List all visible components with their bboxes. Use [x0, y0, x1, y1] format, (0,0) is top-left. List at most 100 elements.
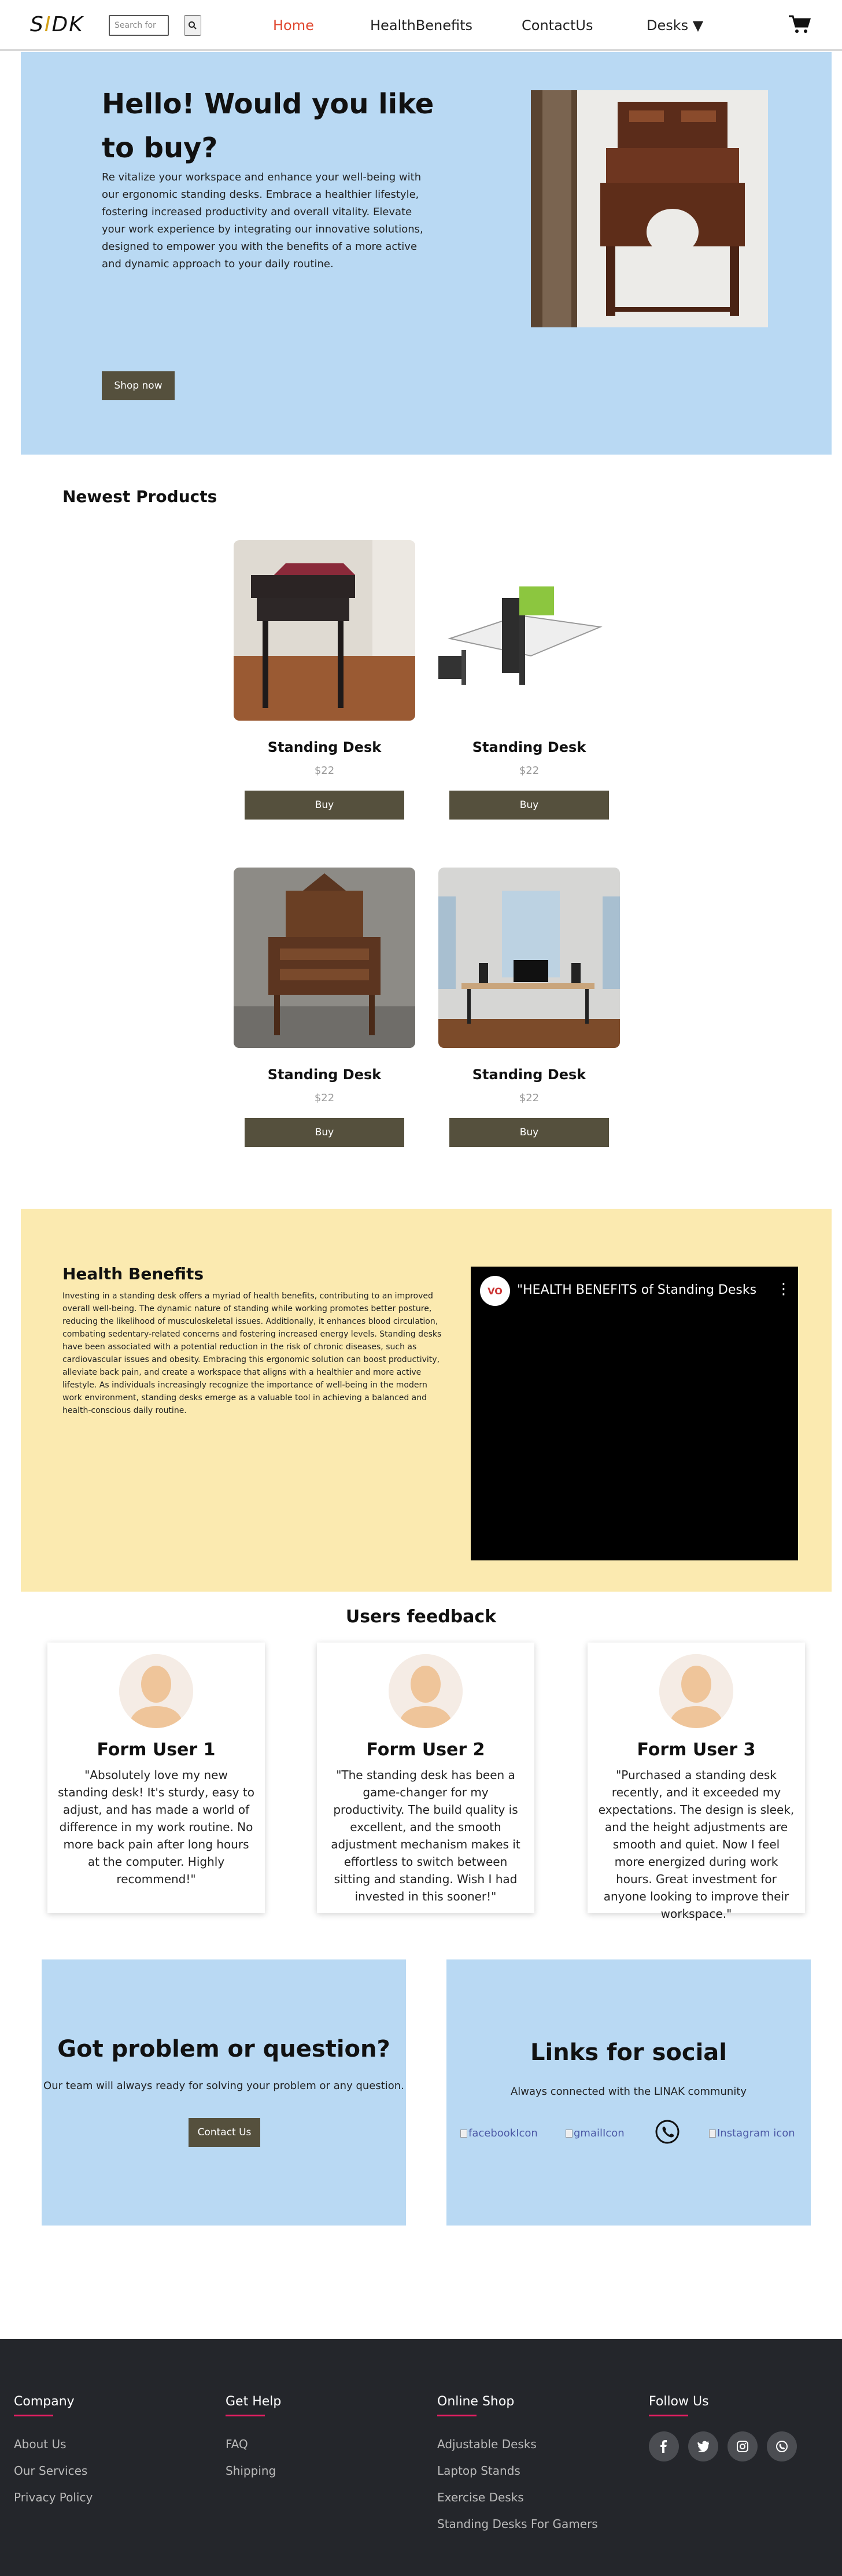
users-feedback-title: Users feedback — [345, 1607, 497, 1627]
hero-image — [531, 90, 768, 327]
footer-column-online-shop: Online Shop Adjustable Desks Laptop Stan… — [437, 2394, 598, 2531]
logo-letter-s: S — [30, 13, 45, 36]
site-footer: Company About Us Our Services Privacy Po… — [0, 2339, 842, 2576]
buy-button[interactable]: Buy — [245, 791, 404, 820]
shop-now-button[interactable]: Shop now — [102, 371, 175, 400]
facebook-icon[interactable] — [649, 2431, 679, 2461]
feedback-card: Form User 2 "The standing desk has been … — [317, 1643, 534, 1913]
whatsapp-icon[interactable] — [655, 2119, 680, 2145]
social-title: Links for social — [530, 2039, 727, 2066]
footer-link[interactable]: Laptop Stands — [437, 2464, 598, 2478]
video-title[interactable]: "HEALTH BENEFITS of Standing Desks ... — [517, 1283, 760, 1297]
buy-button[interactable]: Buy — [449, 1118, 609, 1147]
social-box: Links for social Always connected with t… — [446, 1959, 811, 2226]
product-name[interactable]: Standing Desk — [438, 739, 620, 755]
product-name[interactable]: Standing Desk — [234, 1066, 415, 1083]
footer-link[interactable]: Privacy Policy — [14, 2490, 93, 2504]
cart-icon[interactable] — [788, 14, 811, 35]
health-benefits-section: Health Benefits Investing in a standing … — [21, 1209, 832, 1592]
footer-link[interactable]: FAQ — [226, 2437, 281, 2451]
buy-button[interactable]: Buy — [449, 791, 609, 820]
feedback-text: "Absolutely love my new standing desk! I… — [58, 1768, 254, 1886]
gmail-link[interactable]: gmailIcon — [566, 2127, 625, 2139]
feedback-card: Form User 3 "Purchased a standing desk r… — [588, 1643, 805, 1921]
search-form — [109, 15, 201, 36]
product-price: $22 — [519, 1092, 540, 1104]
product-card: Standing Desk $22 Buy — [438, 868, 620, 1147]
contact-title: Got problem or question? — [57, 2036, 390, 2062]
feedback-card: Form User 1 "Absolutely love my new stan… — [47, 1643, 265, 1913]
footer-title-underline — [226, 2415, 265, 2416]
avatar — [119, 1654, 193, 1728]
more-vert-icon[interactable]: ⋮ — [776, 1280, 791, 1298]
gmail-alt-text: gmailIcon — [574, 2127, 625, 2139]
broken-image-icon — [460, 2129, 467, 2138]
hero-title: Hello! Would you like to buy? — [102, 88, 434, 164]
footer-title-underline — [649, 2415, 688, 2416]
instagram-alt-text: Instagram icon — [717, 2127, 795, 2139]
site-header: SIDK Home HealthBenefits ContactUs Desks… — [0, 0, 842, 51]
newest-products-title: Newest Products — [62, 487, 217, 506]
search-button[interactable] — [184, 15, 201, 36]
twitter-icon[interactable] — [688, 2431, 718, 2461]
product-image[interactable] — [234, 868, 415, 1048]
video-player[interactable]: VO "HEALTH BENEFITS of Standing Desks ..… — [471, 1267, 798, 1560]
contact-us-button[interactable]: Contact Us — [189, 2118, 260, 2147]
search-icon — [189, 21, 197, 29]
footer-link[interactable]: Adjustable Desks — [437, 2437, 598, 2451]
footer-link[interactable]: Standing Desks For Gamers — [437, 2517, 598, 2531]
whatsapp-icon[interactable] — [767, 2431, 797, 2461]
instagram-link[interactable]: Instagram icon — [709, 2127, 795, 2139]
health-benefits-title: Health Benefits — [62, 1264, 204, 1283]
product-price: $22 — [519, 765, 540, 777]
product-image[interactable] — [438, 868, 620, 1048]
footer-title-underline — [14, 2415, 53, 2416]
footer-column-title: Company — [14, 2394, 75, 2409]
site-logo[interactable]: SIDK — [30, 13, 84, 36]
feedback-text: "The standing desk has been a game-chang… — [331, 1768, 520, 1903]
buy-button[interactable]: Buy — [245, 1118, 404, 1147]
feedback-user-name: Form User 2 — [366, 1740, 485, 1760]
product-price: $22 — [314, 1092, 335, 1104]
broken-image-icon — [566, 2129, 573, 2138]
health-benefits-text: Investing in a standing desk offers a my… — [62, 1291, 442, 1415]
nav-healthbenefits[interactable]: HealthBenefits — [370, 17, 472, 34]
product-card: Standing Desk $22 Buy — [234, 540, 415, 820]
product-image[interactable] — [234, 540, 415, 721]
footer-title-underline — [437, 2415, 477, 2416]
logo-letter-i: I — [44, 13, 52, 36]
product-name[interactable]: Standing Desk — [438, 1066, 620, 1083]
contact-box: Got problem or question? Our team will a… — [42, 1959, 406, 2226]
broken-image-icon — [709, 2129, 716, 2138]
feedback-user-name: Form User 1 — [97, 1740, 216, 1760]
footer-link[interactable]: About Us — [14, 2437, 93, 2451]
logo-letters-dk: DK — [51, 13, 84, 36]
nav-home[interactable]: Home — [273, 17, 314, 34]
hero-section: Hello! Would you like to buy? Re vitaliz… — [21, 52, 832, 455]
channel-logo[interactable]: VO — [480, 1276, 510, 1306]
nav-desks-dropdown[interactable]: Desks ▼ — [647, 17, 703, 34]
footer-social-row — [649, 2431, 806, 2461]
social-text: Always connected with the LINAK communit… — [510, 2086, 747, 2098]
facebook-alt-text: facebookIcon — [468, 2127, 538, 2139]
footer-column-get-help: Get Help FAQ Shipping — [226, 2394, 281, 2478]
footer-link[interactable]: Exercise Desks — [437, 2490, 598, 2504]
product-card: Standing Desk $22 Buy — [438, 540, 620, 820]
nav-contactus[interactable]: ContactUs — [522, 17, 593, 34]
product-name[interactable]: Standing Desk — [234, 739, 415, 755]
footer-link[interactable]: Our Services — [14, 2464, 93, 2478]
product-card: Standing Desk $22 Buy — [234, 868, 415, 1147]
facebook-link[interactable]: facebookIcon — [460, 2127, 538, 2139]
avatar — [659, 1654, 733, 1728]
footer-link[interactable]: Shipping — [226, 2464, 281, 2478]
avatar — [389, 1654, 463, 1728]
footer-column-title: Get Help — [226, 2394, 282, 2409]
hero-description: Re vitalize your workspace and enhance y… — [102, 171, 423, 270]
product-price: $22 — [314, 765, 335, 777]
footer-column-follow-us: Follow Us — [649, 2394, 806, 2461]
search-input[interactable] — [109, 15, 169, 36]
product-image[interactable] — [438, 540, 620, 721]
instagram-icon[interactable] — [727, 2431, 758, 2461]
footer-column-title: Online Shop — [437, 2394, 515, 2409]
contact-text: Our team will always ready for solving y… — [43, 2080, 404, 2092]
